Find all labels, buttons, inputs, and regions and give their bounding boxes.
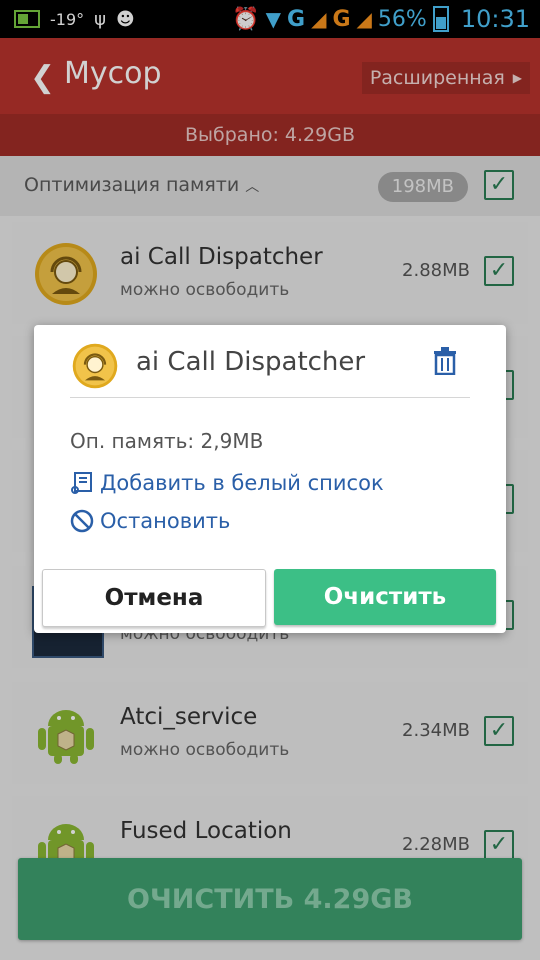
- dialog-title: ai Call Dispatcher: [136, 347, 366, 377]
- dialog-divider: [70, 397, 470, 398]
- cancel-button[interactable]: Отмена: [42, 569, 266, 627]
- call-dispatcher-icon: [72, 343, 118, 389]
- whitelist-icon: [71, 472, 92, 494]
- stop-label: Остановить: [100, 509, 231, 533]
- memory-usage: Оп. память: 2,9MB: [70, 429, 264, 453]
- add-to-whitelist-link[interactable]: Добавить в белый список: [70, 471, 384, 495]
- stop-app-link[interactable]: Остановить: [70, 509, 230, 533]
- trash-icon[interactable]: [432, 347, 458, 375]
- stop-icon: [70, 509, 94, 533]
- clean-button[interactable]: Очистить: [274, 569, 496, 625]
- whitelist-label: Добавить в белый список: [100, 471, 384, 495]
- app-detail-dialog: ai Call Dispatcher Оп. память: 2,9MB Доб…: [34, 325, 506, 633]
